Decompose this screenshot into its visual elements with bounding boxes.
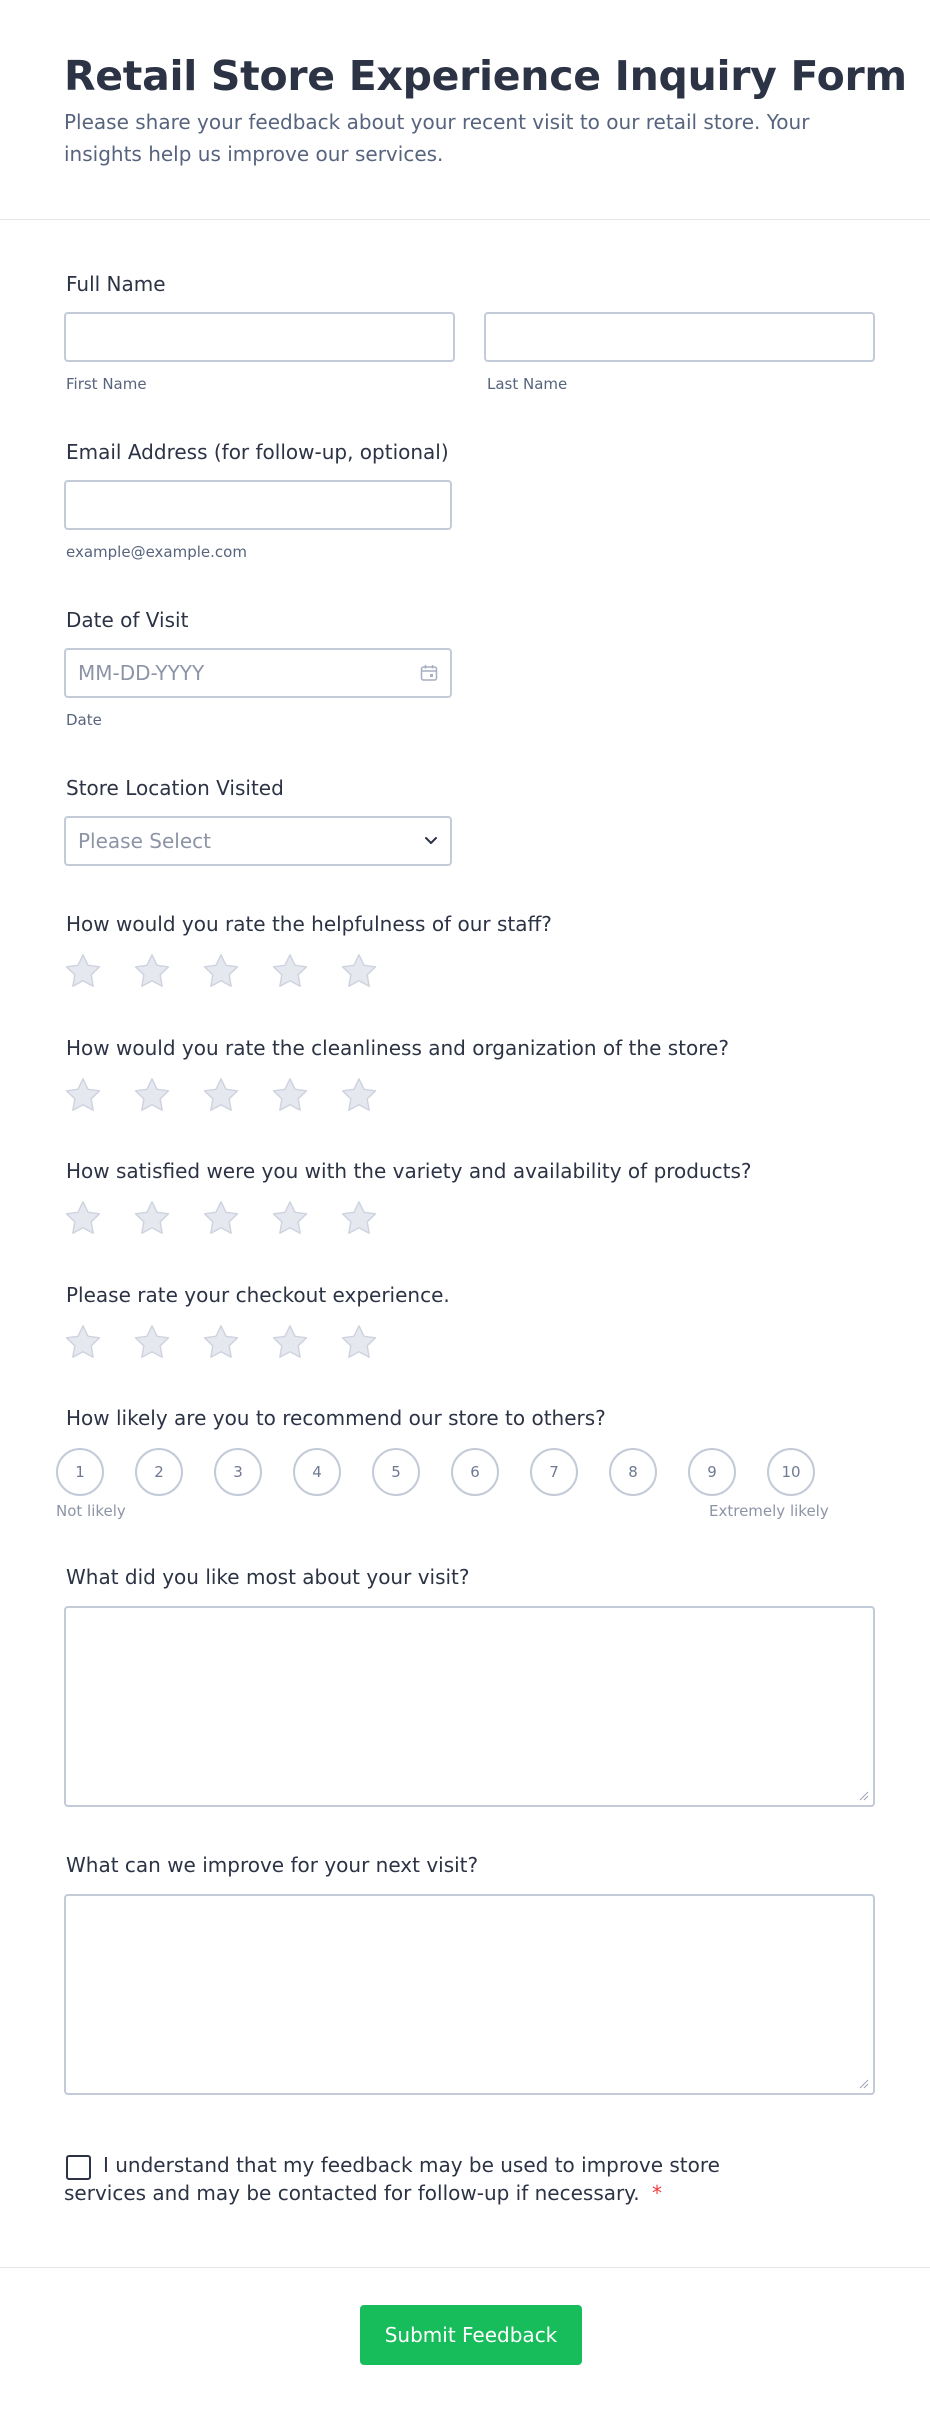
rating-staff-stars (64, 952, 378, 990)
star-icon[interactable] (271, 1323, 309, 1361)
star-icon[interactable] (64, 952, 102, 990)
star-icon[interactable] (133, 1076, 171, 1114)
first-name-sublabel: First Name (66, 375, 147, 393)
resize-grip-icon[interactable] (859, 2079, 869, 2089)
scale-option-5[interactable]: 5 (372, 1448, 420, 1496)
scale-option-10[interactable]: 10 (767, 1448, 815, 1496)
date-label: Date of Visit (66, 608, 189, 632)
scale-high-label: Extremely likely (709, 1502, 829, 1520)
recommend-scale: 1 2 3 4 5 6 7 8 9 10 (56, 1448, 815, 1496)
form-header: Retail Store Experience Inquiry Form Ple… (0, 0, 930, 220)
scale-low-label: Not likely (56, 1502, 126, 1520)
scale-option-7[interactable]: 7 (530, 1448, 578, 1496)
store-label: Store Location Visited (66, 776, 284, 800)
rating-checkout-stars (64, 1323, 378, 1361)
star-icon[interactable] (64, 1323, 102, 1361)
rating-products-stars (64, 1199, 378, 1237)
submit-button[interactable]: Submit Feedback (360, 2305, 582, 2365)
star-icon[interactable] (202, 1199, 240, 1237)
star-icon[interactable] (202, 1076, 240, 1114)
scale-option-1[interactable]: 1 (56, 1448, 104, 1496)
rating-products-label: How satisfied were you with the variety … (66, 1159, 752, 1183)
recommend-label: How likely are you to recommend our stor… (66, 1406, 606, 1430)
star-icon[interactable] (271, 952, 309, 990)
scale-option-2[interactable]: 2 (135, 1448, 183, 1496)
star-icon[interactable] (202, 1323, 240, 1361)
date-input[interactable]: MM-DD-YYYY (64, 648, 452, 698)
rating-checkout-label: Please rate your checkout experience. (66, 1283, 450, 1307)
consent-text: I understand that my feedback may be use… (64, 2151, 784, 2207)
star-icon[interactable] (202, 952, 240, 990)
scale-option-4[interactable]: 4 (293, 1448, 341, 1496)
date-placeholder: MM-DD-YYYY (78, 661, 205, 685)
consent-label: I understand that my feedback may be use… (64, 2153, 720, 2205)
star-icon[interactable] (271, 1199, 309, 1237)
improve-label: What can we improve for your next visit? (66, 1853, 479, 1877)
form-subtitle: Please share your feedback about your re… (64, 110, 810, 166)
star-icon[interactable] (340, 1323, 378, 1361)
star-icon[interactable] (340, 952, 378, 990)
email-sublabel: example@example.com (66, 543, 247, 561)
last-name-sublabel: Last Name (487, 375, 568, 393)
date-sublabel: Date (66, 711, 102, 729)
star-icon[interactable] (133, 952, 171, 990)
rating-cleanliness-stars (64, 1076, 378, 1114)
required-mark: * (651, 2181, 662, 2205)
star-icon[interactable] (64, 1199, 102, 1237)
scale-option-3[interactable]: 3 (214, 1448, 262, 1496)
form-title: Retail Store Experience Inquiry Form (64, 52, 907, 100)
rating-staff-label: How would you rate the helpfulness of ou… (66, 912, 552, 936)
chevron-down-icon (425, 837, 437, 844)
star-icon[interactable] (133, 1199, 171, 1237)
liked-label: What did you like most about your visit? (66, 1565, 470, 1589)
email-label: Email Address (for follow-up, optional) (66, 440, 449, 464)
star-icon[interactable] (271, 1076, 309, 1114)
improve-textarea[interactable] (64, 1894, 875, 2095)
calendar-icon[interactable] (420, 664, 438, 682)
star-icon[interactable] (133, 1323, 171, 1361)
star-icon[interactable] (64, 1076, 102, 1114)
rating-cleanliness-label: How would you rate the cleanliness and o… (66, 1036, 729, 1060)
first-name-input[interactable] (64, 312, 455, 362)
store-selected-value: Please Select (78, 829, 211, 853)
liked-textarea[interactable] (64, 1606, 875, 1807)
store-select[interactable]: Please Select (64, 816, 452, 866)
star-icon[interactable] (340, 1199, 378, 1237)
resize-grip-icon[interactable] (859, 1791, 869, 1801)
scale-option-8[interactable]: 8 (609, 1448, 657, 1496)
full-name-label: Full Name (66, 272, 166, 296)
email-input[interactable] (64, 480, 452, 530)
scale-option-9[interactable]: 9 (688, 1448, 736, 1496)
scale-option-6[interactable]: 6 (451, 1448, 499, 1496)
last-name-input[interactable] (484, 312, 875, 362)
star-icon[interactable] (340, 1076, 378, 1114)
footer-divider (0, 2267, 930, 2268)
